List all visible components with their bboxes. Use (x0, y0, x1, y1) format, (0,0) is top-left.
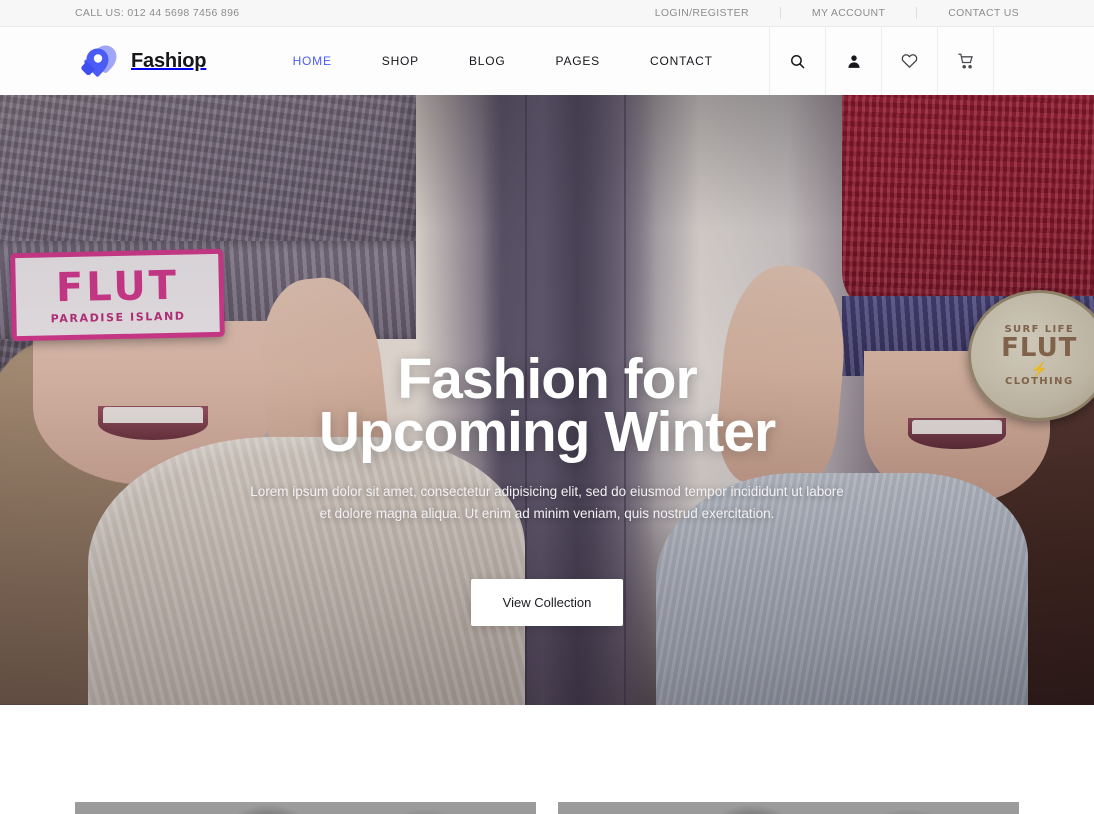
main-navigation: HOME SHOP BLOG PAGES CONTACT (236, 27, 769, 95)
top-bar: CALL US: 012 44 5698 7456 896 LOGIN/REGI… (0, 0, 1094, 27)
top-bar-links: LOGIN/REGISTER MY ACCOUNT CONTACT US (655, 7, 1019, 19)
call-us-text: CALL US: 012 44 5698 7456 896 (75, 7, 240, 19)
location-pin-icon (75, 39, 119, 83)
hero-banner: FLUT PARADISE ISLAND SURF LIFE FLUT ⚡ CL… (0, 95, 1094, 705)
divider (916, 7, 918, 19)
heart-icon (900, 52, 919, 70)
view-collection-button[interactable]: View Collection (470, 579, 624, 626)
login-register-link[interactable]: LOGIN/REGISTER (655, 7, 749, 19)
account-button[interactable] (826, 27, 882, 95)
nav-item-blog[interactable]: BLOG (444, 27, 531, 95)
header-spacer (994, 27, 1094, 95)
cart-icon (957, 52, 975, 70)
search-icon (789, 53, 806, 70)
my-account-link[interactable]: MY ACCOUNT (812, 7, 885, 19)
wishlist-button[interactable] (882, 27, 938, 95)
header-icon-bar (769, 27, 994, 95)
nav-item-home[interactable]: HOME (268, 27, 357, 95)
brand-name: Fashiop (131, 49, 207, 72)
product-strip (0, 705, 1094, 814)
product-image (558, 802, 1019, 814)
product-card-1[interactable] (75, 802, 536, 814)
hero-title-line-2: Upcoming Winter (318, 400, 776, 464)
product-card-2[interactable] (558, 802, 1019, 814)
brand-logo-link[interactable]: Fashiop (0, 27, 206, 95)
nav-item-pages[interactable]: PAGES (531, 27, 625, 95)
cart-button[interactable] (938, 27, 994, 95)
contact-us-link[interactable]: CONTACT US (948, 7, 1019, 19)
hero-content: Fashion for Upcoming Winter Lorem ipsum … (0, 351, 1094, 626)
hero-title: Fashion for Upcoming Winter (0, 351, 1094, 461)
search-button[interactable] (770, 27, 826, 95)
user-icon (846, 53, 862, 70)
divider (779, 7, 781, 19)
site-header: Fashiop HOME SHOP BLOG PAGES CONTACT (0, 27, 1094, 95)
nav-item-shop[interactable]: SHOP (357, 27, 444, 95)
hero-subtitle: Lorem ipsum dolor sit amet, consectetur … (250, 484, 844, 521)
nav-item-contact[interactable]: CONTACT (625, 27, 738, 95)
product-image (75, 802, 536, 814)
